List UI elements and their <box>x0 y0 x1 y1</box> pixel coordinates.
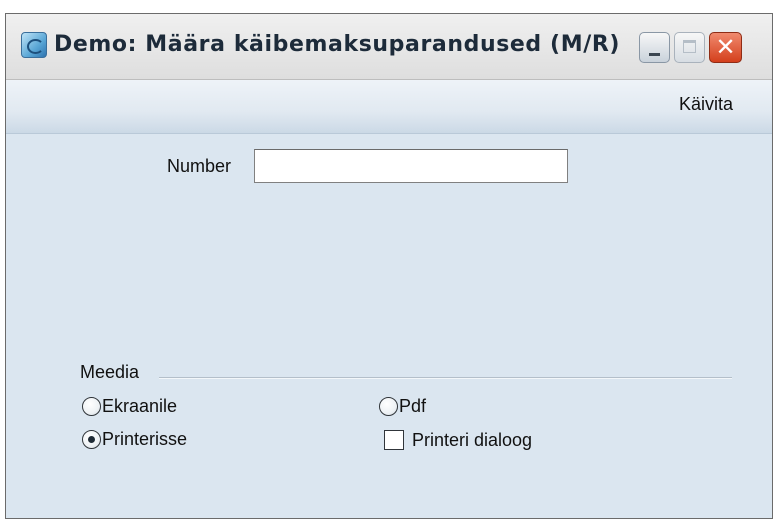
number-input[interactable] <box>254 149 568 183</box>
printer-dialog-label[interactable]: Printeri dialoog <box>412 430 532 451</box>
media-group-divider <box>159 377 732 379</box>
maximize-button[interactable] <box>674 32 705 63</box>
toolbar: Käivita <box>6 80 772 134</box>
radio-ekraanile-label[interactable]: Ekraanile <box>102 396 177 417</box>
radio-ekraanile[interactable] <box>82 397 101 416</box>
app-icon <box>21 32 47 58</box>
number-label: Number <box>167 156 232 176</box>
title-bar[interactable]: Demo: Määra käibemaksuparandused (M/R) ✕ <box>6 14 772 80</box>
close-button[interactable]: ✕ <box>709 32 742 63</box>
media-group-title: Meedia <box>80 362 140 382</box>
radio-pdf[interactable] <box>379 397 398 416</box>
close-icon: ✕ <box>715 33 736 61</box>
radio-printerisse[interactable] <box>82 430 101 449</box>
printer-dialog-checkbox[interactable] <box>384 430 404 450</box>
radio-printerisse-label[interactable]: Printerisse <box>102 429 187 450</box>
minimize-button[interactable] <box>639 32 670 63</box>
report-window: Demo: Määra käibemaksuparandused (M/R) ✕… <box>5 13 773 519</box>
window-title: Demo: Määra käibemaksuparandused (M/R) <box>54 32 621 57</box>
radio-pdf-label[interactable]: Pdf <box>399 396 426 417</box>
form-content: Number Meedia Ekraanile Pdf Printerisse … <box>6 134 772 518</box>
run-button[interactable]: Käivita <box>679 94 733 115</box>
